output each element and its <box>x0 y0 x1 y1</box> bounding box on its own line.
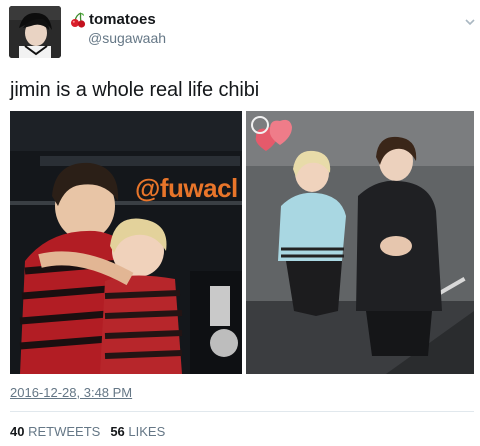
tweet-photo-1[interactable]: @fuwacl <box>10 111 242 374</box>
photo-image <box>10 111 242 374</box>
tweet-timestamp[interactable]: 2016-12-28, 3:48 PM <box>10 385 132 400</box>
likes-stat[interactable]: 56 LIKES <box>110 424 165 439</box>
tweet-photo-2[interactable] <box>246 111 474 374</box>
photo-image <box>246 111 474 374</box>
avatar[interactable] <box>9 6 61 58</box>
retweets-label: RETWEETS <box>28 424 101 439</box>
tweet-stats: 40 RETWEETS 56 LIKES <box>10 424 165 439</box>
divider <box>10 411 474 412</box>
retweets-stat[interactable]: 40 RETWEETS <box>10 424 100 439</box>
tweet-text: jimin is a whole real life chibi <box>10 79 260 101</box>
profile-photo <box>9 6 61 58</box>
photo-watermark: @fuwacl <box>135 173 238 203</box>
display-name-label: tomatoes <box>89 11 156 28</box>
likes-label: LIKES <box>128 424 166 439</box>
display-name[interactable]: tomatoes <box>70 11 156 28</box>
chevron-down-icon[interactable] <box>464 14 476 26</box>
likes-count: 56 <box>110 424 125 439</box>
user-handle[interactable]: @sugawaah <box>88 30 166 46</box>
retweets-count: 40 <box>10 424 25 439</box>
cherry-icon <box>70 11 86 28</box>
